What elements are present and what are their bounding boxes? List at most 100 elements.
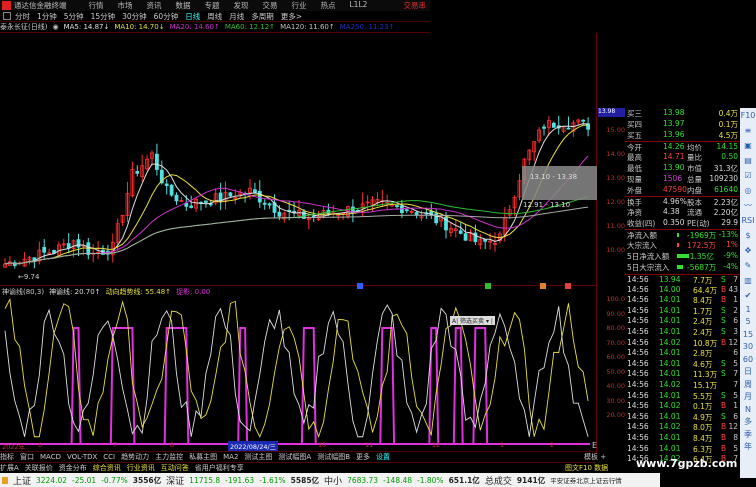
menu-item[interactable]: 发现 xyxy=(234,0,249,11)
period-tab[interactable]: 周线 xyxy=(207,11,222,22)
template-button[interactable]: 模板 + xyxy=(584,452,606,462)
indicator-tab[interactable]: 设置 xyxy=(376,452,390,462)
side-toolbar-icon[interactable]: 60 xyxy=(740,353,756,366)
indicator-tab[interactable]: MA2 xyxy=(223,453,238,461)
indicator-tab[interactable]: 测试幅图A xyxy=(278,452,311,462)
quote-cell: 14.01 xyxy=(659,390,681,400)
period-tab[interactable]: 60分钟 xyxy=(154,11,179,22)
quote-row: 5日净流入额 -1.35亿 -9% xyxy=(625,251,740,262)
trade-button[interactable]: 交易串 xyxy=(404,0,427,11)
side-toolbar-icon[interactable]: 年 xyxy=(740,441,756,454)
side-toolbar-icon[interactable]: ✔ xyxy=(740,288,756,303)
quote-cell: 14.02 xyxy=(659,380,681,389)
indicator-tab[interactable]: CCI xyxy=(103,453,115,461)
window-icon[interactable] xyxy=(3,12,11,20)
side-toolbar-icon[interactable]: ☑ xyxy=(740,168,756,183)
side-toolbar-icon[interactable]: ▥ xyxy=(740,273,756,288)
info-tab[interactable]: 省用户福利专享 xyxy=(195,463,244,473)
period-tab[interactable]: 月线 xyxy=(229,11,244,22)
index-n[interactable]: 上证 xyxy=(13,474,31,487)
side-toolbar-icon[interactable]: RSI xyxy=(740,213,756,228)
indicator-tab[interactable]: 指标 xyxy=(0,452,14,462)
expand-icon[interactable]: E xyxy=(592,441,597,450)
side-toolbar-icon[interactable]: 日 xyxy=(740,366,756,379)
indicator-tab[interactable]: 主力监控 xyxy=(155,452,183,462)
index-n[interactable]: 深证 xyxy=(166,474,184,487)
indicator-tab[interactable]: 更多 xyxy=(356,452,370,462)
trade-row: 14:56 14.00 64.4万 B 43 xyxy=(625,285,740,296)
menu-item[interactable]: L1L2 xyxy=(350,0,368,11)
indicator-legend: 神谕线(80,3) 神谕线: 20.70↑ 动向趋势线: 55.48↑ 捉影: … xyxy=(2,287,210,297)
trade-row: 14:56 14.01 4.6万 S 5 xyxy=(625,359,740,370)
signal-icon xyxy=(485,283,491,289)
side-toolbar-icon[interactable]: 30 xyxy=(740,341,756,354)
side-toolbar-icon[interactable]: ◎ xyxy=(740,183,756,198)
period-tab[interactable]: 更多> xyxy=(281,11,302,22)
period-tab[interactable]: 多周期 xyxy=(251,11,274,22)
quote-cell: 14.71 xyxy=(663,152,685,161)
side-toolbar-icon[interactable]: 5 xyxy=(740,316,756,329)
period-tab[interactable]: 1分钟 xyxy=(37,11,57,22)
side-toolbar-icon[interactable]: ≡ xyxy=(740,123,756,138)
menu-item[interactable]: 专题 xyxy=(205,0,220,11)
candle xyxy=(483,238,488,242)
f10-button[interactable]: 图文F10 数据 xyxy=(565,463,608,473)
info-tab[interactable]: 互动问答 xyxy=(161,463,189,473)
side-toolbar-icon[interactable]: 〰 xyxy=(740,198,756,213)
menu-item[interactable]: 交易 xyxy=(263,0,278,11)
side-toolbar-icon[interactable]: $ xyxy=(740,228,756,243)
filter-popup[interactable]: A| 筛选买卖 ▾ | xyxy=(450,316,495,325)
info-tab[interactable]: 关联报价 xyxy=(25,463,53,473)
info-tab[interactable]: 综合资讯 xyxy=(93,463,121,473)
side-toolbar-icon[interactable]: 周 xyxy=(740,378,756,391)
indicator-name[interactable]: 神谕线(80,3) xyxy=(2,287,44,297)
side-toolbar-icon[interactable]: 多 xyxy=(740,416,756,429)
quote-cell: 2 xyxy=(733,305,738,315)
kline-chart[interactable] xyxy=(0,33,597,453)
indicator-value-3: 捉影: 0.00 xyxy=(176,288,211,296)
indicator-tab[interactable]: VOL-TDX xyxy=(67,453,97,461)
quote-cell: 0.4万 xyxy=(718,109,738,118)
menu-item[interactable]: 行业 xyxy=(292,0,307,11)
side-toolbar-icon[interactable]: ▤ xyxy=(740,153,756,168)
period-tab[interactable]: 分时 xyxy=(15,11,30,22)
indicator-tab[interactable]: MACD xyxy=(40,453,61,461)
side-toolbar-icon[interactable]: N xyxy=(740,403,756,416)
quote-cell: 6 xyxy=(733,411,738,421)
indicator-tab[interactable]: 测试主图 xyxy=(244,452,272,462)
side-toolbar-icon[interactable]: 1 xyxy=(740,303,756,316)
quote-cell: 2.20亿 xyxy=(713,208,738,217)
period-tab[interactable]: 5分钟 xyxy=(64,11,84,22)
side-toolbar-icon[interactable]: ▣ xyxy=(740,138,756,153)
side-toolbar-icon[interactable]: ✎ xyxy=(740,258,756,273)
candle xyxy=(395,205,399,207)
indicator-tab[interactable]: 窗口 xyxy=(20,452,34,462)
period-tab[interactable]: 30分钟 xyxy=(122,11,147,22)
settings-icon[interactable]: ◉ xyxy=(52,23,58,31)
quote-cell: 14:56 xyxy=(627,433,649,442)
side-toolbar-icon[interactable]: 15 xyxy=(740,328,756,341)
info-tab[interactable]: 扩展A xyxy=(0,463,19,473)
period-tab[interactable]: 日线 xyxy=(185,11,200,22)
menu-item[interactable]: 数据 xyxy=(176,0,191,11)
indicator-tab[interactable]: 趋势动力 xyxy=(121,452,149,462)
menu-item[interactable]: 行情 xyxy=(89,0,104,11)
menu-item[interactable]: 市场 xyxy=(118,0,133,11)
info-tab[interactable]: 资金分布 xyxy=(59,463,87,473)
quote-cell: 0.1万 xyxy=(693,402,713,412)
indicator-tab[interactable]: 私募主图 xyxy=(189,452,217,462)
side-toolbar-icon[interactable]: 月 xyxy=(740,391,756,404)
side-toolbar-icon[interactable]: 季 xyxy=(740,428,756,441)
quote-cell: B xyxy=(721,295,727,305)
side-toolbar-icon[interactable]: ✥ xyxy=(740,243,756,258)
quote-row: 大宗流入 172.5万 1% xyxy=(625,240,740,251)
menu-item[interactable]: 热点 xyxy=(321,0,336,11)
index-c: -25.01 xyxy=(72,475,97,485)
menu-item[interactable]: 资讯 xyxy=(147,0,162,11)
info-tab[interactable]: 行业资讯 xyxy=(127,463,155,473)
period-tab[interactable]: 15分钟 xyxy=(91,11,116,22)
quote-cell: 14.01 xyxy=(659,433,681,442)
side-toolbar-icon[interactable]: F10 xyxy=(740,108,756,123)
index-n[interactable]: 中小 xyxy=(324,474,342,487)
indicator-tab[interactable]: 测试幅图B xyxy=(317,452,350,462)
